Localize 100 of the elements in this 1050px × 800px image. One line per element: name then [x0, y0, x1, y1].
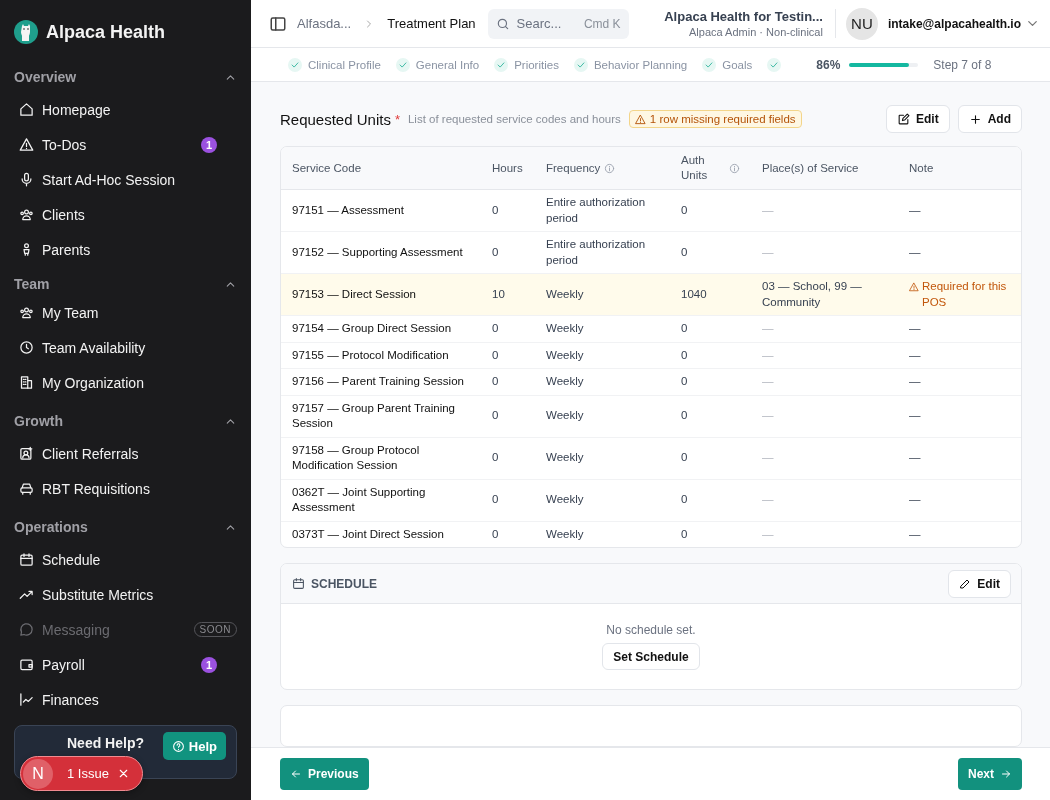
- nav-item[interactable]: Parents: [14, 232, 237, 267]
- table-cell: 0362T — Joint Supporting Assessment: [292, 485, 426, 513]
- nav-item[interactable]: RBT Requisitions: [14, 471, 237, 506]
- column-header: Frequency: [546, 160, 601, 176]
- help-button[interactable]: Help: [162, 732, 226, 760]
- microphone-icon: [19, 172, 34, 187]
- table-cell: 0: [681, 203, 688, 216]
- table-cell: Weekly: [546, 348, 584, 361]
- help-icon: [171, 739, 185, 753]
- column-header: Note: [909, 160, 934, 176]
- table-cell: —: [909, 493, 921, 506]
- table-cell: Weekly: [546, 409, 584, 422]
- table-cell: —: [762, 245, 774, 258]
- column-header: Place(s) of Service: [762, 160, 859, 176]
- table-cell: 97156 — Parent Training Session: [292, 375, 464, 387]
- car-icon: [19, 481, 34, 496]
- nav-item[interactable]: My Organization: [14, 365, 237, 400]
- table-cell: —: [909, 348, 921, 361]
- table-cell: 0: [492, 322, 499, 334]
- table-cell: 0: [681, 527, 688, 540]
- clock-icon: [19, 340, 34, 355]
- table-cell: 97151 — Assessment: [292, 203, 404, 216]
- column-header: Service Code: [292, 160, 362, 176]
- edit-button[interactable]: Edit: [948, 569, 1011, 598]
- table-cell: —: [762, 493, 774, 506]
- avatar: N: [23, 758, 53, 789]
- table-cell: 1040: [681, 287, 707, 300]
- table-cell: 0373T — Joint Direct Session: [292, 527, 444, 540]
- nav-item[interactable]: Start Ad-Hoc Session: [14, 162, 237, 197]
- nav-item[interactable]: To-Dos 1: [14, 127, 237, 162]
- table-cell: Weekly: [546, 493, 584, 506]
- alpaca-logo: [14, 20, 38, 44]
- nav-item[interactable]: Homepage: [14, 92, 237, 127]
- column-header: Auth Units: [681, 153, 709, 183]
- nav-item[interactable]: Client Referrals: [14, 436, 237, 471]
- section-heading: Overview: [14, 69, 77, 85]
- breadcrumb-link[interactable]: Alfasda...: [297, 16, 352, 31]
- table-cell: —: [762, 348, 774, 361]
- table-cell: 0: [492, 203, 499, 216]
- table-cell: 0: [492, 245, 499, 258]
- step-counter: Step 7 of 8: [933, 57, 992, 72]
- table-cell: 0: [492, 348, 499, 361]
- user-plus-icon: [19, 446, 34, 461]
- column-header: Hours: [492, 160, 523, 176]
- table-cell: 97154 — Group Direct Session: [292, 322, 452, 334]
- table-cell: —: [762, 203, 774, 216]
- table-cell: 03 — School, 99 — Community: [762, 280, 862, 308]
- table-cell: —: [909, 203, 921, 216]
- table-cell: 0: [681, 375, 688, 387]
- edit-button[interactable]: Edit: [886, 105, 950, 133]
- user-role: Alpaca Admin · Non-clinical: [689, 26, 823, 38]
- organization-name: Alpaca Health for Testin...: [664, 9, 823, 24]
- search-field[interactable]: Searc... Cmd K: [487, 8, 629, 39]
- breadcrumb-link[interactable]: Treatment Plan: [387, 16, 476, 31]
- nav-item[interactable]: Clients: [14, 197, 237, 232]
- nav-item[interactable]: My Team: [14, 295, 237, 330]
- brand-name: Alpaca Health: [46, 21, 166, 43]
- user-avatar[interactable]: NU: [845, 7, 878, 40]
- table-cell: 0: [492, 375, 499, 387]
- keyboard-shortcut: Cmd K: [583, 16, 621, 31]
- chart-icon: [19, 692, 34, 707]
- required-mark: *: [394, 111, 400, 127]
- nav-item[interactable]: Schedule: [14, 542, 237, 577]
- next-button[interactable]: Next: [958, 758, 1022, 790]
- table-cell: 0: [681, 245, 688, 258]
- previous-button[interactable]: Previous: [280, 758, 369, 790]
- section-title: Requested Units: [280, 110, 391, 128]
- table-cell: —: [762, 409, 774, 422]
- nav-item[interactable]: Payroll 1: [14, 647, 237, 682]
- chat-icon: [19, 622, 34, 637]
- section-heading: Team: [14, 276, 50, 292]
- table-cell: —: [909, 245, 921, 258]
- nav-item[interactable]: Team Availability: [14, 330, 237, 365]
- table-cell: Weekly: [546, 287, 584, 300]
- table-cell: Weekly: [546, 527, 584, 540]
- people-icon: [19, 305, 34, 320]
- section-heading: Growth: [14, 413, 63, 429]
- issue-count: 1 Issue: [67, 766, 109, 781]
- edit-icon: [897, 112, 910, 126]
- table-cell: —: [909, 451, 921, 464]
- empty-message: No schedule set.: [606, 623, 696, 637]
- count-badge: 1: [201, 136, 217, 153]
- add-button[interactable]: Add: [957, 105, 1022, 133]
- table-cell: —: [909, 375, 921, 387]
- calendar-icon: [19, 552, 34, 567]
- table-cell: —: [762, 322, 774, 334]
- people-icon: [19, 207, 34, 222]
- nav-item[interactable]: Substitute Metrics: [14, 577, 237, 612]
- arrow-left-icon: [290, 768, 302, 780]
- section-heading: Operations: [14, 519, 88, 535]
- table-cell: Weekly: [546, 375, 584, 387]
- set-schedule-button[interactable]: Set Schedule: [602, 643, 700, 670]
- table-cell: 97152 — Supporting Assessment: [292, 245, 463, 258]
- issue-toast[interactable]: N 1 Issue: [20, 756, 143, 791]
- wallet-icon: [19, 657, 34, 672]
- search-placeholder: Searc...: [516, 16, 562, 31]
- table-cell: —: [762, 527, 774, 540]
- user-email: intake@alpacahealth.io: [887, 16, 1021, 31]
- nav-item[interactable]: Finances: [14, 682, 237, 717]
- table-cell: Entire authorization period: [546, 238, 646, 266]
